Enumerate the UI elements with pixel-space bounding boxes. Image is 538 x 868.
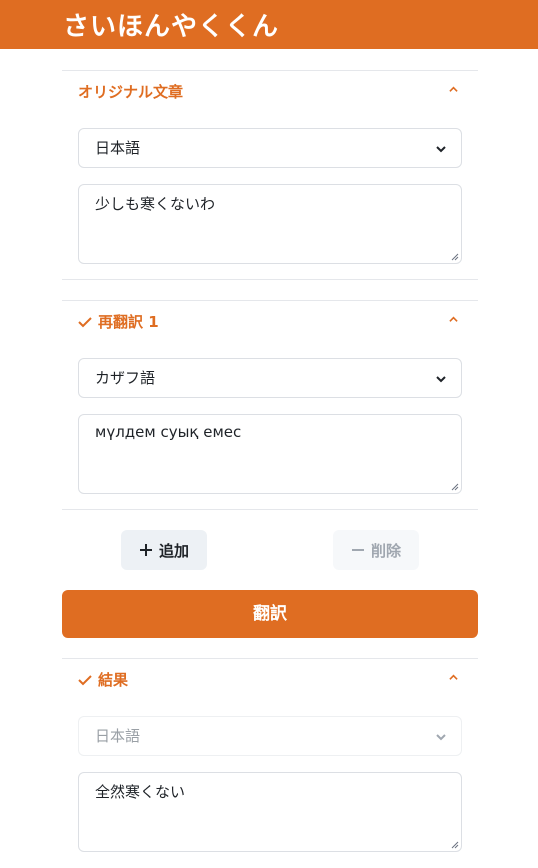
add-button[interactable]: 追加	[121, 530, 207, 570]
retranslation-section-header[interactable]: 再翻訳 1	[62, 301, 478, 339]
result-title-label: 結果	[98, 671, 129, 689]
app-header: さいほんやくくん	[0, 0, 538, 49]
chevron-down-icon	[436, 734, 446, 741]
delete-button-label: 削除	[370, 541, 401, 560]
translate-button[interactable]: 翻訳	[62, 590, 478, 638]
original-section-title: オリジナル文章	[78, 81, 183, 102]
original-text-value: 少しも寒くないわ	[95, 195, 216, 213]
retranslation-section: 再翻訳 1 カザフ語 мүлдем суық емес	[62, 300, 478, 510]
chevron-up-icon	[449, 86, 458, 92]
original-text-input[interactable]: 少しも寒くないわ	[78, 184, 462, 264]
result-language-select: 日本語	[78, 716, 462, 756]
result-text-value: 全然寒くない	[95, 783, 186, 801]
retranslation-language-select[interactable]: カザフ語	[78, 358, 462, 398]
delete-button[interactable]: 削除	[333, 530, 419, 570]
resize-grip-icon[interactable]	[451, 253, 459, 261]
chevron-down-icon	[436, 376, 446, 383]
plus-icon	[139, 544, 152, 556]
retranslation-text-value: мүлдем суық емес	[95, 423, 242, 441]
minus-icon	[351, 549, 364, 551]
original-section-header[interactable]: オリジナル文章	[62, 71, 478, 109]
resize-grip-icon[interactable]	[451, 841, 459, 849]
app-logo: さいほんやくくん	[63, 12, 280, 42]
add-button-label: 追加	[158, 541, 189, 560]
original-language-select[interactable]: 日本語	[78, 128, 462, 168]
result-section-title: 結果	[78, 669, 128, 690]
original-language-value: 日本語	[95, 139, 141, 157]
chevron-up-icon	[449, 674, 458, 680]
chevron-up-icon	[449, 316, 458, 322]
retranslation-section-title: 再翻訳 1	[78, 311, 159, 332]
resize-grip-icon[interactable]	[451, 483, 459, 491]
check-icon	[78, 674, 92, 685]
original-title-label: オリジナル文章	[78, 83, 184, 101]
retranslation-title-label: 再翻訳 1	[98, 313, 159, 331]
result-language-value: 日本語	[95, 727, 141, 745]
result-section: 結果 日本語 全然寒くない	[62, 658, 478, 868]
retranslation-text-input[interactable]: мүлдем суық емес	[78, 414, 462, 494]
retranslation-language-value: カザフ語	[95, 369, 156, 387]
chevron-down-icon	[436, 146, 446, 153]
result-section-header[interactable]: 結果	[62, 659, 478, 697]
original-section: オリジナル文章 日本語 少しも寒くないわ	[62, 70, 478, 280]
result-text-output[interactable]: 全然寒くない	[78, 772, 462, 852]
check-icon	[78, 316, 92, 327]
